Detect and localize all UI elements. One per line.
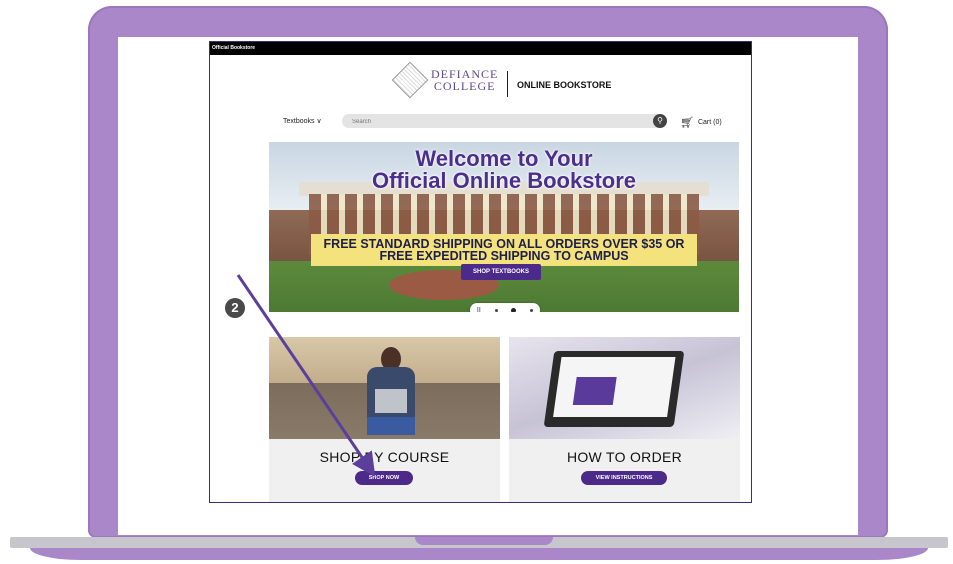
shop-now-button[interactable]: SHOP NOW [355,471,413,485]
laptop-notch [415,537,553,545]
student-laptop [375,389,407,413]
bookstore-page: Official Bookstore DEFIANCE COLLEGE ONLI… [209,41,752,503]
search-input[interactable] [342,114,654,130]
hero-title-line-1: Welcome to Your [415,146,593,171]
college-logo[interactable]: DEFIANCE COLLEGE [391,61,498,99]
search-bar: ⚲ [342,114,667,130]
top-bar: Official Bookstore [210,42,751,55]
shop-textbooks-button[interactable]: SHOP TEXTBOOKS [461,264,541,280]
shipping-line-2: FREE EXPEDITED SHIPPING TO CAMPUS [379,249,629,263]
shipping-line-1: FREE STANDARD SHIPPING ON ALL ORDERS OVE… [323,237,685,251]
step-badge: 2 [225,298,245,318]
nav-bar: Textbooks ∨ ⚲ 🛒︎ Cart (0) [210,112,751,132]
laptop-screen: Official Bookstore DEFIANCE COLLEGE ONLI… [118,37,858,535]
hero-title-line-2: Official Online Bookstore [371,168,637,193]
pause-icon[interactable]: II [477,307,481,313]
cart-icon: 🛒︎ [680,117,694,129]
shipping-banner: FREE STANDARD SHIPPING ON ALL ORDERS OVE… [311,234,697,266]
logo-divider [507,71,508,97]
laptop-photo [543,351,685,427]
cart-label: Cart (0) [697,119,722,126]
student-laptop-image [269,337,500,439]
shop-by-course-card: SHOP BY COURSE SHOP NOW [269,337,500,502]
carousel-dot[interactable] [530,308,534,312]
view-instructions-button[interactable]: VIEW INSTRUCTIONS [581,471,667,485]
hero-title: Welcome to Your Official Online Bookstor… [269,148,739,192]
laptop-photo-hero [572,377,617,405]
carousel-controls: II [470,303,540,312]
how-to-order-title: HOW TO ORDER [566,449,683,465]
hero-banner[interactable]: Welcome to Your Official Online Bookstor… [269,142,739,312]
logo-diamond-icon [391,61,429,99]
textbooks-dropdown[interactable]: Textbooks ∨ [283,117,322,125]
carousel-dot-active[interactable] [511,307,517,312]
laptop-photo-screen [553,357,676,417]
store-title: ONLINE BOOKSTORE [517,80,612,90]
logo-line-2: COLLEGE [433,79,496,93]
laptop-base-bottom [30,548,928,560]
laptop-bed-image [509,337,740,439]
site-header: DEFIANCE COLLEGE ONLINE BOOKSTORE [210,55,751,100]
student-legs [367,417,415,435]
search-icon[interactable]: ⚲ [653,114,667,128]
student-figure [367,347,415,435]
cart-link[interactable]: 🛒︎ Cart (0) [680,116,722,129]
how-to-order-card: HOW TO ORDER VIEW INSTRUCTIONS [509,337,740,502]
shop-by-course-title: SHOP BY COURSE [319,449,450,465]
carousel-dot[interactable] [494,308,498,312]
